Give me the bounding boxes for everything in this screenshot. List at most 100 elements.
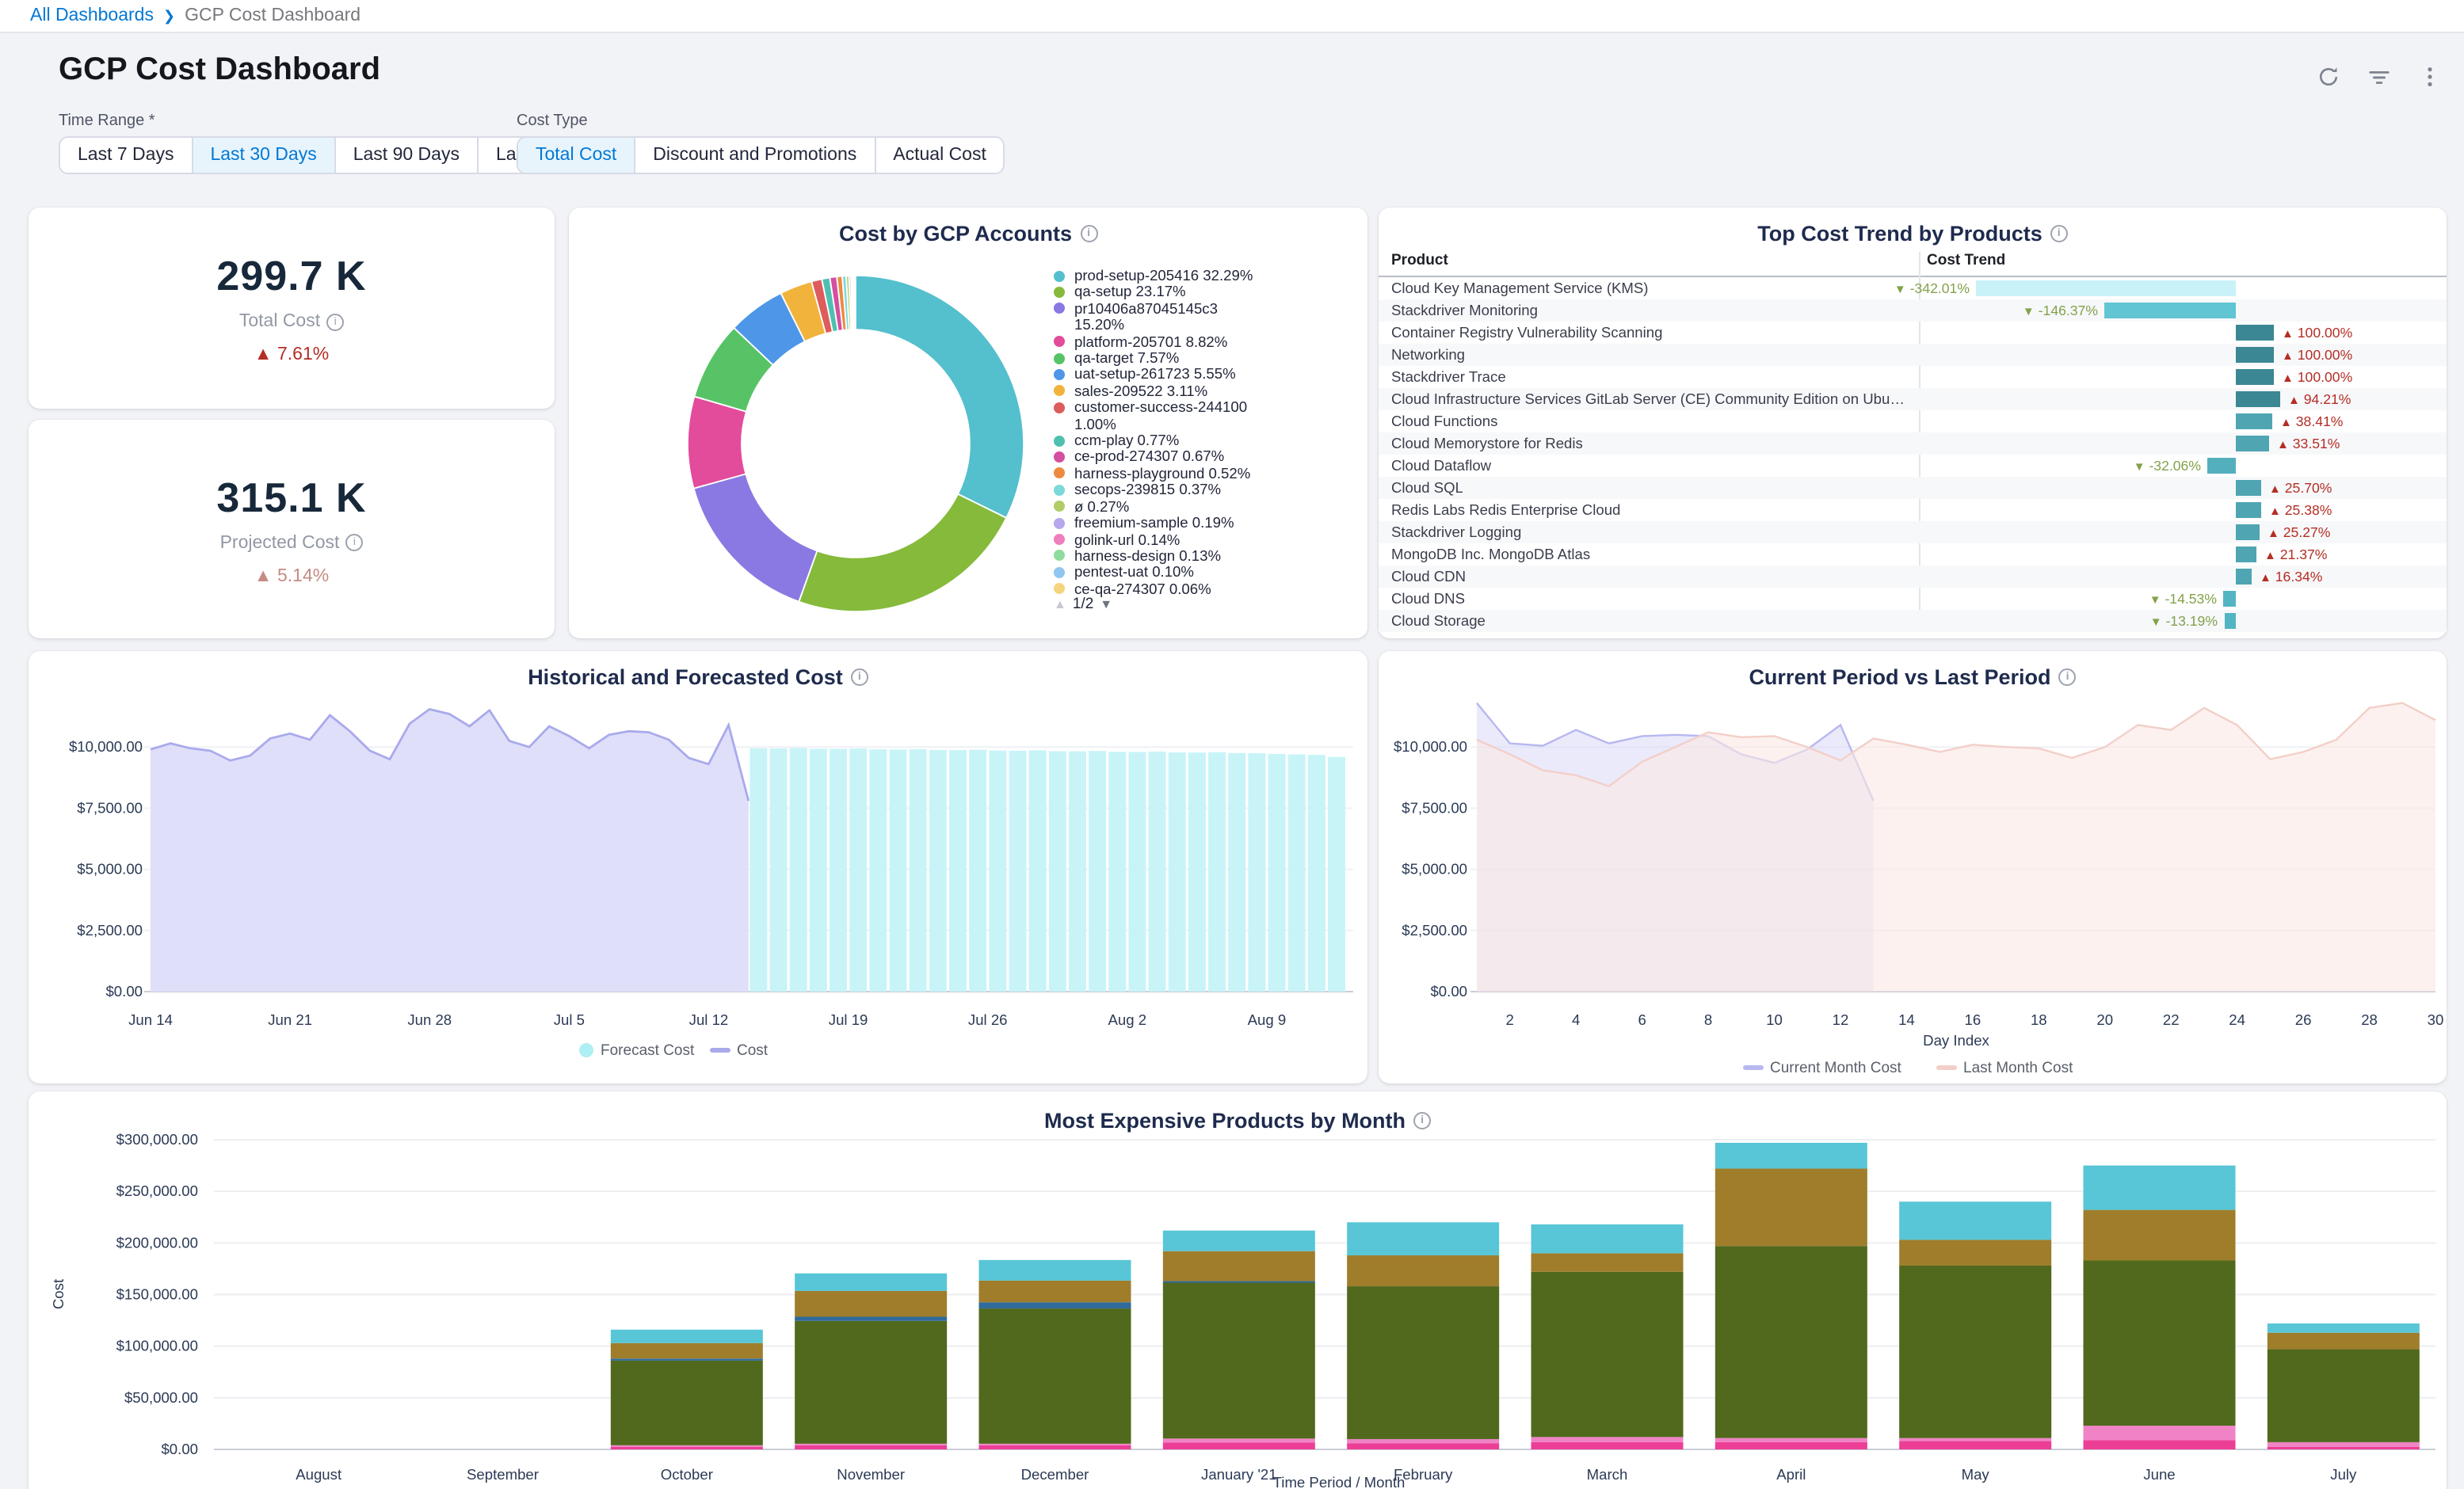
table-row[interactable]: Container Registry Vulnerability Scannin… bbox=[1379, 322, 2447, 344]
legend-item[interactable]: ce-prod-274307 0.67% bbox=[1054, 449, 1260, 466]
legend-dot bbox=[1054, 402, 1065, 413]
svg-text:14: 14 bbox=[1898, 1011, 1915, 1028]
table-row[interactable]: Cloud Storage▼ -13.19% bbox=[1379, 610, 2447, 632]
svg-text:$0.00: $0.00 bbox=[1430, 983, 1467, 1000]
historical-forecast-chart[interactable]: $0.00$2,500.00$5,000.00$7,500.00$10,000.… bbox=[29, 651, 1367, 1083]
info-icon[interactable]: i bbox=[345, 534, 363, 551]
projected-cost-label: Projected Cost bbox=[220, 533, 340, 552]
svg-text:20: 20 bbox=[2096, 1011, 2113, 1028]
table-row[interactable]: Cloud SQL▲ 25.70% bbox=[1379, 477, 2447, 499]
trend-bar bbox=[2236, 347, 2274, 363]
legend-item[interactable]: uat-setup-261723 5.55% bbox=[1054, 367, 1260, 383]
svg-text:Aug 9: Aug 9 bbox=[1248, 1011, 1287, 1028]
svg-text:June: June bbox=[2143, 1466, 2175, 1483]
page-up-icon[interactable]: ▲ bbox=[1054, 597, 1066, 611]
legend-item[interactable]: pentest-uat 0.10% bbox=[1054, 565, 1260, 581]
legend-dot bbox=[1054, 501, 1065, 512]
cost-type-option-actual-cost[interactable]: Actual Cost bbox=[875, 138, 1004, 173]
trend-value: ▼ -32.06% bbox=[2134, 455, 2201, 478]
legend-item[interactable]: harness-design 0.13% bbox=[1054, 548, 1260, 565]
cost-type-option-total-cost[interactable]: Total Cost bbox=[518, 138, 635, 173]
trend-value: ▲ 21.37% bbox=[2264, 543, 2327, 567]
svg-text:December: December bbox=[1021, 1466, 1089, 1483]
filter-icon[interactable] bbox=[2367, 65, 2391, 89]
trend-bar bbox=[2236, 436, 2269, 451]
table-row[interactable]: Networking▲ 100.00% bbox=[1379, 344, 2447, 366]
svg-text:Last Month Cost: Last Month Cost bbox=[1963, 1060, 2073, 1076]
legend-item[interactable]: customer-success-244100 1.00% bbox=[1054, 400, 1260, 433]
page-down-icon[interactable]: ▼ bbox=[1100, 597, 1112, 611]
table-row[interactable]: Stackdriver Trace▲ 100.00% bbox=[1379, 366, 2447, 388]
time-range-option-last-90-days[interactable]: Last 90 Days bbox=[336, 138, 479, 173]
triangle-up-icon: ▲ bbox=[2282, 326, 2294, 341]
legend-dot bbox=[1054, 435, 1065, 446]
chevron-right-icon: ❯ bbox=[163, 7, 175, 25]
table-row[interactable]: Cloud Key Management Service (KMS)▼ -342… bbox=[1379, 277, 2447, 299]
current-vs-last-chart[interactable]: $0.00$2,500.00$5,000.00$7,500.00$10,000.… bbox=[1379, 651, 2447, 1083]
legend-item[interactable]: qa-target 7.57% bbox=[1054, 350, 1260, 367]
triangle-up-icon: ▲ bbox=[2269, 482, 2281, 496]
kebab-menu-icon[interactable] bbox=[2418, 65, 2442, 89]
product-name: Cloud Dataflow bbox=[1391, 455, 1491, 477]
table-row[interactable]: Redis Labs Redis Enterprise Cloud▲ 25.38… bbox=[1379, 499, 2447, 521]
legend-item[interactable]: harness-playground 0.52% bbox=[1054, 466, 1260, 482]
column-header-product[interactable]: Product bbox=[1391, 252, 1448, 269]
table-row[interactable]: Stackdriver Logging▲ 25.27% bbox=[1379, 521, 2447, 543]
cost-type-option-discount-and-promotions[interactable]: Discount and Promotions bbox=[635, 138, 875, 173]
time-range-label: Time Range * bbox=[59, 112, 155, 130]
svg-text:26: 26 bbox=[2295, 1011, 2312, 1028]
time-range-option-last-7-days[interactable]: Last 7 Days bbox=[60, 138, 193, 173]
table-row[interactable]: Stackdriver Monitoring▼ -146.37% bbox=[1379, 299, 2447, 322]
table-row[interactable]: Cloud Dataflow ▼ -32.06% bbox=[1379, 455, 2447, 477]
projected-cost-card: 315.1 K Projected Costi ▲ 5.14% bbox=[29, 420, 555, 638]
info-icon[interactable]: i bbox=[2050, 225, 2068, 242]
svg-text:July: July bbox=[2330, 1466, 2357, 1483]
legend-item[interactable]: qa-setup 23.17% bbox=[1054, 284, 1260, 301]
legend-dot bbox=[1054, 270, 1065, 281]
legend-item[interactable]: golink-url 0.14% bbox=[1054, 531, 1260, 548]
table-row[interactable]: Cloud Memorystore for Redis▲ 33.51% bbox=[1379, 432, 2447, 455]
svg-text:$100,000.00: $100,000.00 bbox=[116, 1338, 198, 1354]
legend-item[interactable]: secops-239815 0.37% bbox=[1054, 482, 1260, 499]
table-row[interactable]: MongoDB Inc. MongoDB Atlas▲ 21.37% bbox=[1379, 543, 2447, 566]
legend-item[interactable]: prod-setup-205416 32.29% bbox=[1054, 268, 1260, 284]
most-expensive-products-card: Most Expensive Products by Monthi $0.00$… bbox=[29, 1091, 2447, 1489]
legend-item[interactable]: ø 0.27% bbox=[1054, 498, 1260, 515]
triangle-up-icon: ▲ bbox=[2269, 504, 2281, 518]
svg-text:November: November bbox=[837, 1466, 905, 1483]
cost-by-gcp-accounts-card: Cost by GCP Accountsi prod-setup-205416 … bbox=[569, 208, 1367, 638]
time-range-option-last-30-days[interactable]: Last 30 Days bbox=[193, 138, 335, 173]
table-row[interactable]: Cloud Infrastructure Services GitLab Ser… bbox=[1379, 388, 2447, 410]
table-row[interactable]: Cloud CDN▲ 16.34% bbox=[1379, 566, 2447, 588]
legend-item[interactable]: ccm-play 0.77% bbox=[1054, 432, 1260, 449]
breadcrumb: All Dashboards ❯ GCP Cost Dashboard bbox=[0, 0, 2464, 33]
info-icon[interactable]: i bbox=[326, 313, 344, 330]
svg-text:Jul 19: Jul 19 bbox=[829, 1011, 868, 1028]
trend-card-title: Top Cost Trend by Products bbox=[1757, 222, 2043, 246]
svg-text:2: 2 bbox=[1506, 1011, 1514, 1028]
legend-item[interactable]: sales-209522 3.11% bbox=[1054, 383, 1260, 400]
donut-chart[interactable] bbox=[569, 208, 1044, 638]
svg-text:12: 12 bbox=[1833, 1011, 1849, 1028]
product-name: Stackdriver Logging bbox=[1391, 521, 1521, 543]
info-icon[interactable]: i bbox=[1080, 225, 1097, 242]
stacked-bar-chart[interactable]: $0.00$50,000.00$100,000.00$150,000.00$20… bbox=[29, 1091, 2447, 1489]
trend-value: ▼ -342.01% bbox=[1894, 277, 1970, 301]
legend-item[interactable]: platform-205701 8.82% bbox=[1054, 333, 1260, 350]
breadcrumb-link-all-dashboards[interactable]: All Dashboards bbox=[30, 6, 154, 25]
column-header-cost-trend[interactable]: Cost Trend bbox=[1927, 252, 2005, 269]
legend-dot bbox=[1054, 567, 1065, 578]
trend-bar bbox=[2224, 613, 2236, 629]
svg-text:Jun 14: Jun 14 bbox=[128, 1011, 173, 1028]
product-name: Stackdriver Trace bbox=[1391, 366, 1506, 388]
svg-text:$250,000.00: $250,000.00 bbox=[116, 1182, 198, 1199]
legend-item[interactable]: freemium-sample 0.19% bbox=[1054, 515, 1260, 531]
svg-text:28: 28 bbox=[2361, 1011, 2378, 1028]
svg-text:$7,500.00: $7,500.00 bbox=[77, 799, 143, 816]
table-row[interactable]: Cloud DNS▼ -14.53% bbox=[1379, 588, 2447, 610]
legend-item[interactable]: pr10406a87045145c3 15.20% bbox=[1054, 301, 1260, 334]
svg-text:22: 22 bbox=[2163, 1011, 2180, 1028]
table-row[interactable]: Cloud Functions▲ 38.41% bbox=[1379, 410, 2447, 432]
projected-cost-delta: ▲ 5.14% bbox=[254, 566, 329, 585]
refresh-icon[interactable] bbox=[2317, 65, 2340, 89]
